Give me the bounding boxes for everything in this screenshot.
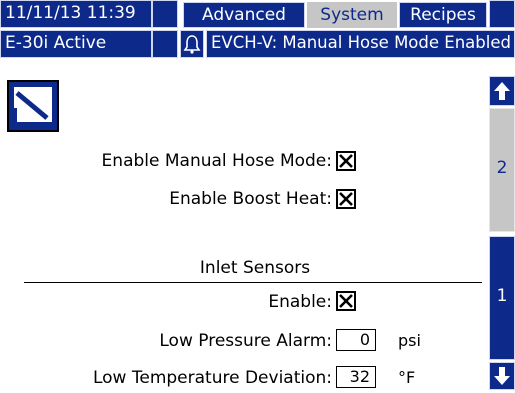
inlet-enable-checkbox[interactable] — [336, 291, 356, 311]
check-x-icon — [339, 294, 353, 308]
check-x-icon — [339, 192, 353, 206]
datetime-display: 11/11/13 11:39 — [0, 0, 152, 28]
system-status: E-30i Active — [0, 30, 152, 58]
advanced-setup-icon — [7, 80, 59, 132]
page-2-button[interactable]: 2 — [489, 108, 515, 232]
bell-icon[interactable] — [180, 30, 204, 58]
boost-heat-label: Enable Boost Heat: — [169, 189, 332, 209]
low-pressure-unit: psi — [398, 331, 421, 350]
page-1-button[interactable]: 1 — [489, 236, 515, 360]
manual-hose-checkbox[interactable] — [336, 151, 356, 171]
tab-system[interactable]: System — [307, 2, 397, 28]
inlet-enable-label: Enable: — [268, 292, 332, 312]
arrow-up-icon — [494, 82, 510, 100]
low-temp-label: Low Temperature Deviation: — [92, 368, 332, 388]
tab-recipes[interactable]: Recipes — [399, 2, 487, 28]
alarm-message[interactable]: EVCH-V: Manual Hose Mode Enabled — [206, 30, 515, 58]
status-spacer — [152, 30, 178, 58]
inlet-section-title: Inlet Sensors — [199, 258, 311, 278]
scroll-down-button[interactable] — [489, 362, 515, 390]
section-divider — [24, 282, 482, 283]
scroll-up-button[interactable] — [489, 76, 515, 106]
low-temp-field[interactable]: 32 — [336, 366, 376, 388]
low-temp-unit: °F — [398, 368, 416, 387]
low-pressure-field[interactable]: 0 — [336, 329, 376, 351]
arrow-down-icon — [494, 367, 510, 385]
header-spacer — [152, 0, 178, 28]
tab-advanced[interactable]: Advanced — [183, 2, 305, 28]
header-right-spacer — [489, 0, 515, 28]
manual-hose-label: Enable Manual Hose Mode: — [101, 151, 332, 171]
check-x-icon — [339, 154, 353, 168]
boost-heat-checkbox[interactable] — [336, 189, 356, 209]
low-pressure-label: Low Pressure Alarm: — [159, 331, 332, 351]
